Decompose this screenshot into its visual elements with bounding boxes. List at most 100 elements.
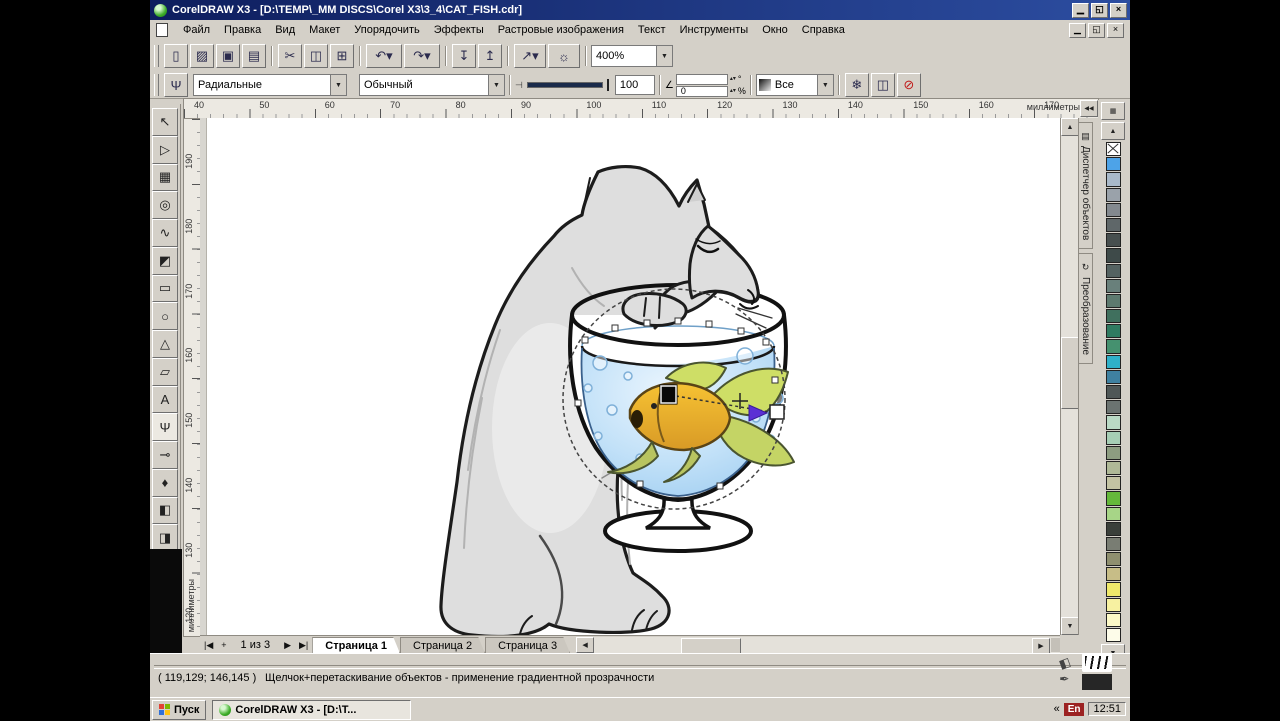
toolbar-grip[interactable] [154, 45, 159, 67]
color-swatch[interactable] [1106, 552, 1121, 566]
color-swatch[interactable] [1106, 233, 1121, 247]
horizontal-scroll-thumb[interactable] [681, 638, 741, 654]
tray-collapse-icon[interactable]: « [1054, 703, 1060, 715]
toolbar-app-button[interactable]: ↗▾ [514, 44, 546, 68]
outline-pen-icon[interactable]: ✒ [1059, 672, 1070, 686]
color-swatch[interactable] [1106, 476, 1121, 490]
chevron-down-icon[interactable]: ▼ [330, 75, 346, 95]
transparency-start-handle[interactable] [661, 386, 676, 403]
toolbox-tool[interactable]: A [152, 386, 178, 414]
color-swatch[interactable] [1106, 522, 1121, 536]
menu-item[interactable]: Макет [302, 22, 347, 38]
midpoint-value-field[interactable]: 100 [615, 75, 655, 95]
toolbox-tool[interactable]: ▷ [152, 136, 178, 164]
toolbar-file-button[interactable]: ▣ [216, 44, 240, 68]
toolbar-app-button[interactable]: ☼ [548, 44, 580, 68]
horizontal-scrollbar[interactable]: ◀ ▶ [576, 637, 1060, 653]
clear-transparency-button[interactable]: ⊘ [897, 73, 921, 97]
coreldraw-app-icon[interactable] [154, 4, 167, 17]
toolbar-history-button[interactable]: ↷▾ [404, 44, 440, 68]
color-swatch[interactable] [1106, 355, 1121, 369]
toolbox-tool[interactable]: ◧ [152, 497, 178, 525]
menu-item[interactable]: Вид [268, 22, 302, 38]
toolbar-file-button[interactable]: ▤ [242, 44, 266, 68]
color-swatch[interactable] [1106, 218, 1121, 232]
menu-item[interactable]: Справка [795, 22, 852, 38]
doc-restore-button[interactable]: ◱ [1088, 23, 1105, 38]
toolbar-clipboard-button[interactable]: ✂ [278, 44, 302, 68]
color-swatch[interactable] [1106, 537, 1121, 551]
toolbar-io-button[interactable]: ↧ [452, 44, 476, 68]
color-swatch[interactable] [1106, 324, 1121, 338]
restore-button[interactable]: ◱ [1091, 3, 1108, 18]
add-page-button[interactable]: + [217, 640, 230, 650]
chevron-down-icon[interactable]: ▼ [488, 75, 504, 95]
color-swatch[interactable] [1106, 567, 1121, 581]
page-tab[interactable]: Страница 3 [485, 637, 570, 654]
toolbar-file-button[interactable]: ▯ [164, 44, 188, 68]
menu-item[interactable]: Текст [631, 22, 673, 38]
color-swatch[interactable] [1106, 415, 1121, 429]
midpoint-handle[interactable] [607, 79, 609, 91]
color-swatch[interactable] [1106, 491, 1121, 505]
color-swatch[interactable] [1106, 507, 1121, 521]
apply-to-combo[interactable]: Все ▼ [756, 74, 834, 96]
menu-item[interactable]: Эффекты [427, 22, 491, 38]
spinner-icons[interactable]: ▴▾ [730, 77, 736, 82]
menu-item[interactable]: Упорядочить [347, 22, 426, 38]
merge-mode-combo[interactable]: Обычный ▼ [359, 74, 505, 96]
menu-item[interactable]: Инструменты [673, 22, 756, 38]
docker-collapse-button[interactable]: ◀◀ [1080, 100, 1098, 117]
next-page-button[interactable]: ▶ [280, 640, 295, 651]
color-swatch[interactable] [1106, 400, 1121, 414]
title-bar[interactable]: CorelDRAW X3 - [D:\TEMP\_MM DISCS\Corel … [150, 0, 1130, 20]
color-swatch[interactable] [1106, 613, 1121, 627]
horizontal-ruler[interactable]: 405060708090100110120130140150160170 мил… [183, 98, 1099, 120]
color-swatch[interactable] [1106, 172, 1121, 186]
midpoint-track[interactable] [527, 82, 603, 88]
canvas-artwork[interactable] [200, 118, 1060, 635]
menu-item[interactable]: Окно [755, 22, 795, 38]
fill-color-icon[interactable]: ◧ [1057, 654, 1072, 671]
transparency-type-combo[interactable]: Радиальные ▼ [193, 74, 347, 96]
language-indicator[interactable]: En [1064, 703, 1085, 716]
color-swatch[interactable] [1106, 339, 1121, 353]
last-page-button[interactable]: ▶| [295, 640, 312, 651]
color-swatch[interactable] [1106, 264, 1121, 278]
transparency-preset-icon[interactable]: Ψ [164, 73, 188, 97]
scroll-right-icon[interactable]: ▶ [1032, 638, 1050, 654]
color-swatch[interactable] [1106, 431, 1121, 445]
propbar-grip[interactable] [154, 74, 159, 96]
toolbox-tool[interactable]: ◨ [152, 524, 178, 552]
edge-pad-field[interactable]: 0 [676, 86, 728, 97]
color-swatch[interactable] [1106, 203, 1121, 217]
angle-field[interactable] [676, 74, 728, 85]
transparency-end-handle[interactable] [770, 405, 784, 419]
menu-item[interactable]: Правка [217, 22, 268, 38]
toolbar-clipboard-button[interactable]: ⊞ [330, 44, 354, 68]
toolbox-tool[interactable]: ♦ [152, 469, 178, 497]
toolbox-tool[interactable]: ▱ [152, 358, 178, 386]
drawing-canvas[interactable] [200, 118, 1060, 635]
vertical-scroll-thumb[interactable] [1061, 337, 1079, 409]
menu-item[interactable]: Файл [176, 22, 217, 38]
color-swatch[interactable] [1106, 446, 1121, 460]
color-swatch[interactable] [1106, 582, 1121, 596]
scroll-left-icon[interactable]: ◀ [576, 637, 594, 653]
first-page-button[interactable]: |◀ [200, 640, 217, 651]
color-swatch[interactable] [1106, 370, 1121, 384]
freeze-transparency-button[interactable]: ❄ [845, 73, 869, 97]
scroll-up-icon[interactable]: ▲ [1061, 118, 1079, 136]
toolbox-tool[interactable]: ▦ [152, 164, 178, 192]
color-swatch[interactable] [1106, 157, 1121, 171]
page-tab[interactable]: Страница 1 [312, 637, 400, 654]
chevron-down-icon[interactable]: ▼ [817, 75, 833, 95]
toolbar-history-button[interactable]: ↶▾ [366, 44, 402, 68]
toolbox-tool[interactable]: ∿ [152, 219, 178, 247]
toolbox-tool[interactable]: ◎ [152, 191, 178, 219]
toolbox-tool[interactable]: ○ [152, 302, 178, 330]
color-swatch[interactable] [1106, 248, 1121, 262]
toolbox-tool[interactable]: ▭ [152, 275, 178, 303]
scroll-down-icon[interactable]: ▼ [1061, 617, 1079, 635]
spinner-icons[interactable]: ▴▾ [730, 89, 736, 94]
